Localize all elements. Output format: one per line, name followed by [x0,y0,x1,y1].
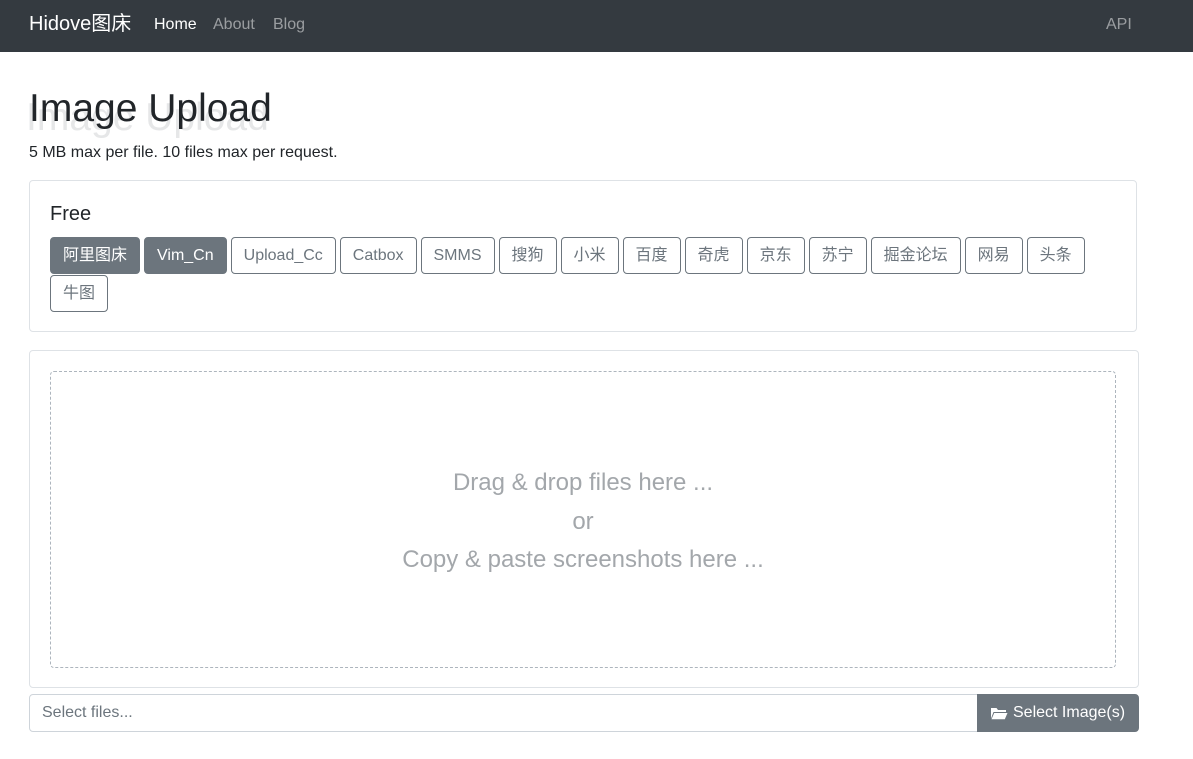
host-button[interactable]: 百度 [622,237,681,274]
page-subtitle: 5 MB max per file. 10 files max per requ… [29,144,338,161]
brand-logo[interactable]: Hidove图床 [29,12,131,36]
host-button-group: 阿里图床 Vim_Cn Upload_Cc Catbox SMMS 搜狗 小米 … [50,237,1110,313]
host-button[interactable]: Catbox [339,237,417,274]
page-title-wrap: Image Upload Image Upload [26,86,429,139]
drop-zone-text-paste: Copy & paste screenshots here ... [402,546,764,573]
host-button[interactable]: 京东 [746,237,805,274]
host-button[interactable]: 掘金论坛 [870,237,961,274]
host-button[interactable]: 牛图 [50,275,109,312]
host-selection-card: Free 阿里图床 Vim_Cn Upload_Cc Catbox SMMS 搜… [29,180,1137,332]
nav-link-about[interactable]: About [213,15,255,35]
nav-link-api[interactable]: API [1106,15,1132,35]
navbar: Hidove图床 Home About Blog API [0,0,1193,52]
host-button[interactable]: 头条 [1026,237,1085,274]
drop-zone[interactable]: Drag & drop files here ... or Copy & pas… [50,371,1116,668]
host-group-title: Free [50,203,92,225]
file-select-input[interactable]: Select files... [29,694,978,732]
host-button[interactable]: 搜狗 [498,237,557,274]
drop-zone-text-or: or [572,508,594,535]
nav-link-blog[interactable]: Blog [273,15,305,35]
select-images-button[interactable]: Select Image(s) [977,694,1139,732]
drop-zone-text-drag: Drag & drop files here ... [452,469,714,496]
host-button[interactable]: SMMS [420,237,495,274]
drop-card: Drag & drop files here ... or Copy & pas… [29,350,1139,688]
host-button[interactable]: 奇虎 [684,237,743,274]
select-images-label: Select Image(s) [1013,704,1126,721]
host-button[interactable]: Upload_Cc [230,237,336,274]
host-button[interactable]: 小米 [560,237,619,274]
host-button[interactable]: 苏宁 [808,237,867,274]
folder-open-icon [991,708,1008,720]
host-button[interactable]: Vim_Cn [144,237,227,274]
page-title: Image Upload [29,87,272,130]
nav-link-home[interactable]: Home [154,15,197,35]
host-button[interactable]: 网易 [964,237,1023,274]
host-button[interactable]: 阿里图床 [50,237,141,274]
